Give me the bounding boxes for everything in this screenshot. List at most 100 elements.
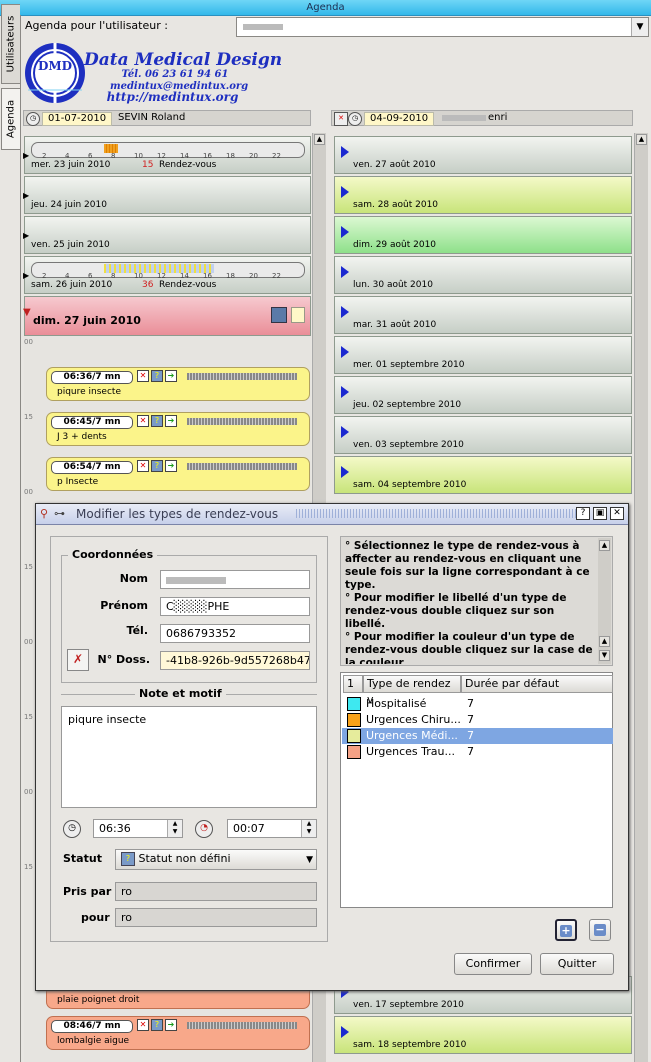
- help-icon[interactable]: ?: [151, 460, 163, 472]
- right-column-user: enri: [488, 112, 508, 123]
- col-header-duration[interactable]: Durée par défaut: [461, 675, 613, 693]
- note-textarea[interactable]: piqure insecte: [61, 706, 317, 808]
- expand-arrow-icon[interactable]: [341, 186, 349, 198]
- expand-arrow-icon[interactable]: [341, 226, 349, 238]
- day-row[interactable]: sam. 28 août 2010: [334, 176, 632, 214]
- appointment-card[interactable]: 06:45/7 mn ✕? ➔ J 3 + dents: [46, 412, 310, 446]
- delete-icon[interactable]: ✕: [137, 415, 149, 427]
- scroll-up-icon[interactable]: ▲: [636, 134, 647, 145]
- clock-icon[interactable]: ◷: [348, 112, 362, 126]
- type-row[interactable]: Urgences Chiru... 7: [342, 712, 613, 728]
- scroll-down-icon[interactable]: ▼: [599, 650, 610, 661]
- day-row[interactable]: ven. 27 août 2010: [334, 136, 632, 174]
- type-color-swatch[interactable]: [347, 745, 361, 759]
- nom-field[interactable]: [160, 570, 310, 589]
- maximize-icon[interactable]: ▣: [593, 507, 607, 520]
- expand-arrow-icon[interactable]: [341, 346, 349, 358]
- start-time-field[interactable]: 06:36 ▲ ▼: [93, 819, 183, 838]
- expand-arrow-icon[interactable]: [341, 306, 349, 318]
- type-color-swatch[interactable]: [347, 697, 361, 711]
- help-icon[interactable]: ?: [151, 1019, 163, 1031]
- type-row[interactable]: Urgences Trau... 7: [342, 744, 613, 760]
- expand-arrow-icon[interactable]: [341, 266, 349, 278]
- today-row[interactable]: ▼ dim. 27 juin 2010: [23, 296, 311, 336]
- day-row[interactable]: sam. 04 septembre 2010: [334, 456, 632, 494]
- delete-icon[interactable]: ✕: [137, 1019, 149, 1031]
- add-type-button[interactable]: +: [555, 919, 577, 941]
- doss-field[interactable]: -41b8-926b-9d557268b47c: [160, 651, 310, 670]
- day-row[interactable]: dim. 29 août 2010: [334, 216, 632, 254]
- tab-utilisateurs[interactable]: Utilisateurs: [1, 4, 20, 84]
- user-select[interactable]: ▼: [236, 17, 649, 37]
- start-time-spinner[interactable]: ▲ ▼: [167, 820, 182, 837]
- tel-field[interactable]: 0686793352: [160, 624, 310, 643]
- left-column-date[interactable]: 01-07-2010: [42, 112, 113, 126]
- close-icon[interactable]: ✕: [610, 507, 624, 520]
- day-row[interactable]: ven. 03 septembre 2010: [334, 416, 632, 454]
- company-url[interactable]: http://medintux.org: [100, 90, 245, 104]
- remove-type-button[interactable]: −: [589, 919, 611, 941]
- help-icon[interactable]: ?: [151, 370, 163, 382]
- note-icon[interactable]: [291, 307, 305, 323]
- dialog-title-bar[interactable]: ⚲ ⊶ Modifier les types de rendez-vous ? …: [36, 504, 628, 525]
- type-row[interactable]: Hospitalisé 7: [342, 696, 613, 712]
- day-row[interactable]: mar. 31 août 2010: [334, 296, 632, 334]
- arrow-right-icon[interactable]: ➔: [165, 370, 177, 382]
- duration-spinner[interactable]: ▲ ▼: [301, 820, 316, 837]
- appointment-card[interactable]: 08:46/7 mn ✕? ➔ lombalgie aigue: [46, 1016, 310, 1050]
- help-scrollbar[interactable]: ▲ ▲ ▼: [598, 538, 611, 664]
- expand-arrow-icon[interactable]: [341, 386, 349, 398]
- duration-field[interactable]: 00:07 ▲ ▼: [227, 819, 317, 838]
- arrow-right-icon[interactable]: ➔: [165, 1019, 177, 1031]
- scroll-up-icon[interactable]: ▲: [599, 636, 610, 647]
- clock-icon[interactable]: ◷: [63, 820, 81, 838]
- prenom-field[interactable]: C░░░░PHE: [160, 597, 310, 616]
- appointment-card[interactable]: 06:36/7 mn ✕? ➔ piqure insecte: [46, 367, 310, 401]
- type-row[interactable]: Urgences Médi... 7: [342, 728, 613, 744]
- expand-arrow-icon[interactable]: [341, 1026, 349, 1038]
- day-row[interactable]: jeu. 02 septembre 2010: [334, 376, 632, 414]
- help-icon[interactable]: ?: [576, 507, 590, 520]
- expand-arrow-icon[interactable]: [341, 146, 349, 158]
- hour-ruler[interactable]: 2 4 6 8 10 12 14 16 18 20 22: [31, 142, 305, 160]
- delete-icon[interactable]: ✕: [137, 460, 149, 472]
- hour-ruler[interactable]: 2 4 6 8 10 12 14 16 18 20 22: [31, 262, 305, 280]
- tab-agenda[interactable]: Agenda: [1, 88, 20, 150]
- save-icon[interactable]: [271, 307, 287, 323]
- day-label: ven. 17 septembre 2010: [353, 1000, 464, 1010]
- window-menu-icon[interactable]: ⊶: [54, 507, 65, 520]
- statut-select[interactable]: ? Statut non défini ▼: [115, 849, 317, 870]
- right-column-date[interactable]: 04-09-2010: [364, 112, 435, 126]
- expand-arrow-icon[interactable]: [341, 426, 349, 438]
- day-row[interactable]: sam. 18 septembre 2010: [334, 1016, 632, 1054]
- timeline-mark: 00: [24, 338, 33, 346]
- day-row[interactable]: mer. 01 septembre 2010: [334, 336, 632, 374]
- chevron-down-icon[interactable]: ▼: [306, 852, 313, 869]
- help-icon[interactable]: ?: [151, 415, 163, 427]
- expand-arrow-icon[interactable]: [341, 466, 349, 478]
- confirm-button[interactable]: Confirmer: [454, 953, 532, 975]
- chevron-down-icon[interactable]: ▼: [631, 18, 648, 36]
- clock-icon[interactable]: ◷: [26, 112, 40, 126]
- duration-icon[interactable]: ◔: [195, 820, 213, 838]
- close-icon[interactable]: ✕: [334, 112, 348, 126]
- arrow-right-icon[interactable]: ➔: [165, 460, 177, 472]
- quit-button[interactable]: Quitter: [540, 953, 614, 975]
- appointment-card[interactable]: 06:54/7 mn ✕? ➔ p Insecte: [46, 457, 310, 491]
- appointment-types-table[interactable]: 1 Type de rendez v Durée par défaut Hosp…: [340, 672, 613, 908]
- day-row[interactable]: ▶ jeu. 24 juin 2010: [23, 176, 311, 214]
- right-column-scrollbar[interactable]: ▲: [634, 133, 648, 1062]
- day-row[interactable]: ▶ 2 4 6 8 10 12 14 16 18 20 22 sam. 26 juin 2010 36 Re…: [23, 256, 311, 294]
- day-row[interactable]: ▶ ven. 25 juin 2010: [23, 216, 311, 254]
- day-row[interactable]: ▶ 2 4 6 8 10 12 14 16 18 20 22 mer. 23 juin 2010 15 Re…: [23, 136, 311, 174]
- scroll-up-icon[interactable]: ▲: [599, 540, 610, 551]
- type-color-swatch[interactable]: [347, 713, 361, 727]
- scroll-up-icon[interactable]: ▲: [314, 134, 325, 145]
- delete-icon[interactable]: ✕: [137, 370, 149, 382]
- day-row[interactable]: lun. 30 août 2010: [334, 256, 632, 294]
- type-color-swatch[interactable]: [347, 729, 361, 743]
- day-label: dim. 29 août 2010: [353, 240, 437, 250]
- col-header-type[interactable]: Type de rendez v: [363, 675, 461, 706]
- col-header-index[interactable]: 1: [343, 675, 363, 693]
- arrow-right-icon[interactable]: ➔: [165, 415, 177, 427]
